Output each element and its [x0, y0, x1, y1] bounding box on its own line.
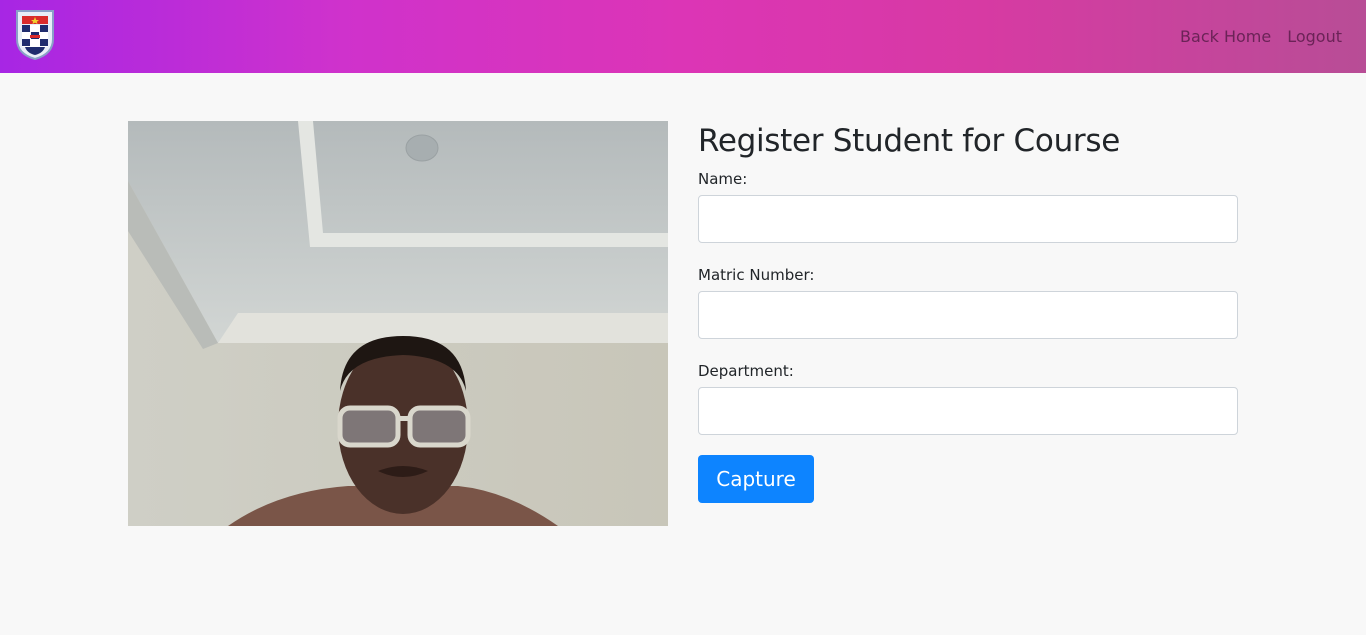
- logout-link[interactable]: Logout: [1287, 27, 1342, 46]
- back-home-link[interactable]: Back Home: [1180, 27, 1271, 46]
- register-form: Register Student for Course Name: Matric…: [698, 121, 1238, 503]
- top-navbar: Back Home Logout: [0, 0, 1366, 73]
- webcam-feed: [128, 121, 668, 526]
- matric-number-label: Matric Number:: [698, 266, 815, 284]
- webcam-feed-image: [128, 121, 668, 526]
- name-label: Name:: [698, 170, 748, 188]
- name-input[interactable]: [698, 195, 1238, 243]
- university-crest-icon[interactable]: [15, 9, 55, 61]
- department-label: Department:: [698, 362, 794, 380]
- matric-number-input[interactable]: [698, 291, 1238, 339]
- department-input[interactable]: [698, 387, 1238, 435]
- page-title: Register Student for Course: [698, 123, 1120, 159]
- nav-links: Back Home Logout: [1180, 24, 1342, 48]
- capture-button[interactable]: Capture: [698, 455, 814, 503]
